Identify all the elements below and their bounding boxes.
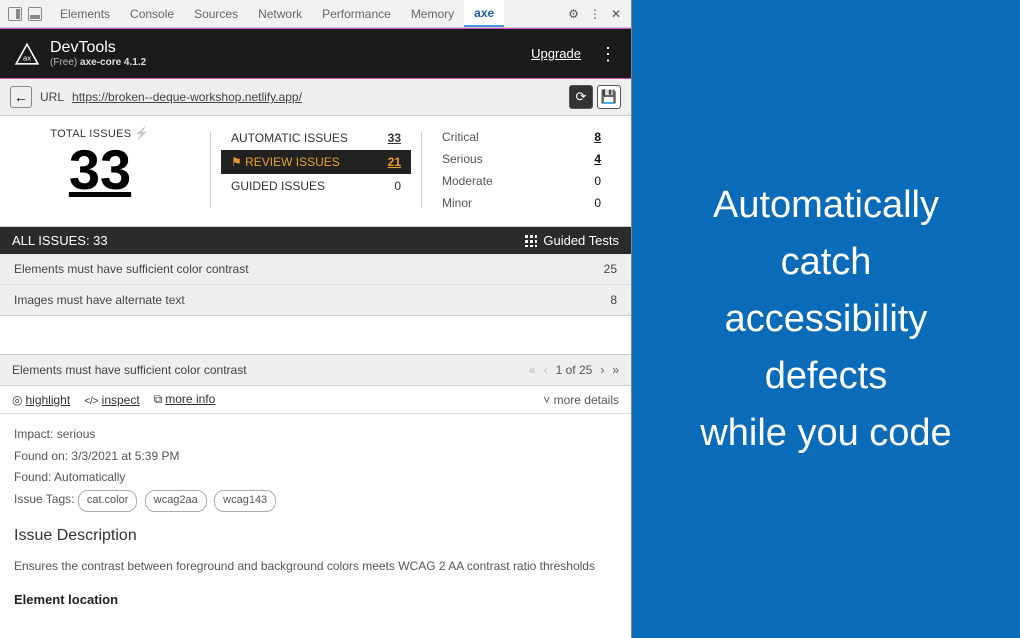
tab-console[interactable]: Console [120, 0, 184, 27]
issue-type-breakdown: AUTOMATIC ISSUES 33 REVIEW ISSUES 21 GUI… [221, 126, 411, 214]
tab-elements[interactable]: Elements [50, 0, 120, 27]
issue-detail-actions: highlight inspect more info more details [0, 386, 631, 414]
pager-next-icon[interactable]: › [600, 363, 604, 377]
severity-breakdown: Critical8 Serious4 Moderate0 Minor0 [432, 126, 631, 214]
product-subtitle: (Free) axe-core 4.1.2 [50, 57, 146, 68]
kebab-icon[interactable]: ⋮ [589, 7, 601, 21]
tab-performance[interactable]: Performance [312, 0, 401, 27]
spacer [0, 315, 631, 355]
marketing-headline: Automatically catch accessibility defect… [700, 177, 951, 462]
dock-side-icon[interactable] [8, 7, 22, 21]
grid-icon [525, 235, 537, 247]
issue-detail-title: Elements must have sufficient color cont… [12, 363, 529, 377]
more-info-link[interactable]: more info [154, 392, 216, 407]
issue-tag[interactable]: wcag2aa [145, 490, 207, 512]
axe-header: ax DevTools (Free) axe-core 4.1.2 Upgrad… [0, 28, 631, 79]
issue-description-heading: Issue Description [14, 522, 617, 551]
issue-detail-header: Elements must have sufficient color cont… [0, 355, 631, 386]
guided-tests-button[interactable]: Guided Tests [525, 233, 619, 248]
severity-minor[interactable]: Minor0 [432, 192, 631, 214]
upgrade-link[interactable]: Upgrade [531, 46, 581, 61]
pager-prev-icon[interactable]: ‹ [544, 363, 548, 377]
save-button[interactable]: 💾 [597, 85, 621, 109]
url-bar: ← URL https://broken--deque-workshop.net… [0, 79, 631, 116]
close-icon[interactable]: ✕ [611, 7, 621, 21]
back-button[interactable]: ← [10, 86, 32, 108]
issue-summary: TOTAL ISSUES 33 AUTOMATIC ISSUES 33 REVI… [0, 116, 631, 227]
issue-row[interactable]: Elements must have sufficient color cont… [0, 254, 631, 285]
all-issues-bar: ALL ISSUES: 33 Guided Tests [0, 227, 631, 254]
severity-critical[interactable]: Critical8 [432, 126, 631, 148]
axe-logo-icon: ax [14, 41, 40, 67]
issue-list: Elements must have sufficient color cont… [0, 254, 631, 315]
marketing-panel: Automatically catch accessibility defect… [632, 0, 1020, 638]
severity-serious[interactable]: Serious4 [432, 148, 631, 170]
more-details-toggle[interactable]: more details [543, 393, 619, 407]
issue-row[interactable]: Images must have alternate text8 [0, 285, 631, 315]
inspect-button[interactable]: inspect [84, 393, 140, 407]
scanned-url-link[interactable]: https://broken--deque-workshop.netlify.a… [72, 90, 302, 104]
tab-memory[interactable]: Memory [401, 0, 464, 27]
severity-moderate[interactable]: Moderate0 [432, 170, 631, 192]
review-issues-row[interactable]: REVIEW ISSUES 21 [221, 150, 411, 174]
header-menu-icon[interactable]: ⋮ [599, 45, 617, 63]
all-issues-label: ALL ISSUES: 33 [12, 233, 108, 248]
highlight-button[interactable]: highlight [12, 393, 70, 407]
pager-last-icon[interactable]: » [612, 363, 619, 377]
gear-icon[interactable]: ⚙ [568, 7, 579, 21]
svg-text:ax: ax [23, 53, 31, 62]
product-name: DevTools [50, 39, 146, 57]
total-issues-count[interactable]: 33 [69, 142, 131, 198]
issue-description-text: Ensures the contrast between foreground … [14, 556, 617, 578]
issue-tag[interactable]: wcag143 [214, 490, 276, 512]
issue-tag[interactable]: cat.color [78, 490, 138, 512]
tab-network[interactable]: Network [248, 0, 312, 27]
pager-position: 1 of 25 [556, 363, 593, 377]
element-location-heading: Element location [14, 588, 617, 611]
automatic-issues-row[interactable]: AUTOMATIC ISSUES 33 [221, 126, 411, 150]
rerun-button[interactable]: ⟳ [569, 85, 593, 109]
tab-sources[interactable]: Sources [184, 0, 248, 27]
issue-pager: « ‹ 1 of 25 › » [529, 363, 619, 377]
tab-axe[interactable]: axe [464, 0, 504, 27]
pager-first-icon[interactable]: « [529, 363, 536, 377]
url-label: URL [40, 90, 64, 104]
device-toolbar-icon[interactable] [28, 7, 42, 21]
devtools-panel: Elements Console Sources Network Perform… [0, 0, 632, 638]
guided-issues-row[interactable]: GUIDED ISSUES 0 [221, 174, 411, 198]
issue-detail-body: Impact: serious Found on: 3/3/2021 at 5:… [0, 414, 631, 621]
devtools-tab-bar: Elements Console Sources Network Perform… [0, 0, 631, 28]
